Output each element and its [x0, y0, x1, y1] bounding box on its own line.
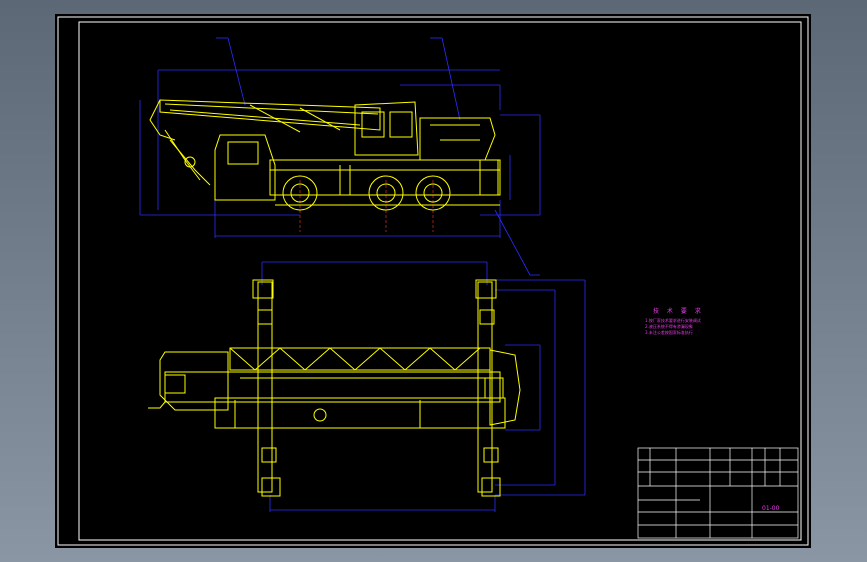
tech-requirements-title: 技 术 要 求 [653, 308, 704, 315]
title-block-drawing-number: 01-00 [762, 505, 780, 512]
tech-requirement-note: 3.未注公差按国家标准执行 [645, 330, 693, 335]
inner-frame [78, 21, 802, 541]
side-view-centerlines [299, 180, 434, 232]
crane-drawing [57, 16, 809, 546]
outer-frame [57, 16, 809, 546]
title-block [637, 447, 799, 539]
side-view [139, 37, 541, 276]
drawing-viewport[interactable]: 技 术 要 求 1.按厂家技术要求进行安装调试 2.液压系统不得有渗漏现象 3.… [55, 14, 811, 548]
crane-top [148, 279, 521, 497]
crane-side [149, 99, 501, 211]
top-view-dims [261, 261, 586, 512]
